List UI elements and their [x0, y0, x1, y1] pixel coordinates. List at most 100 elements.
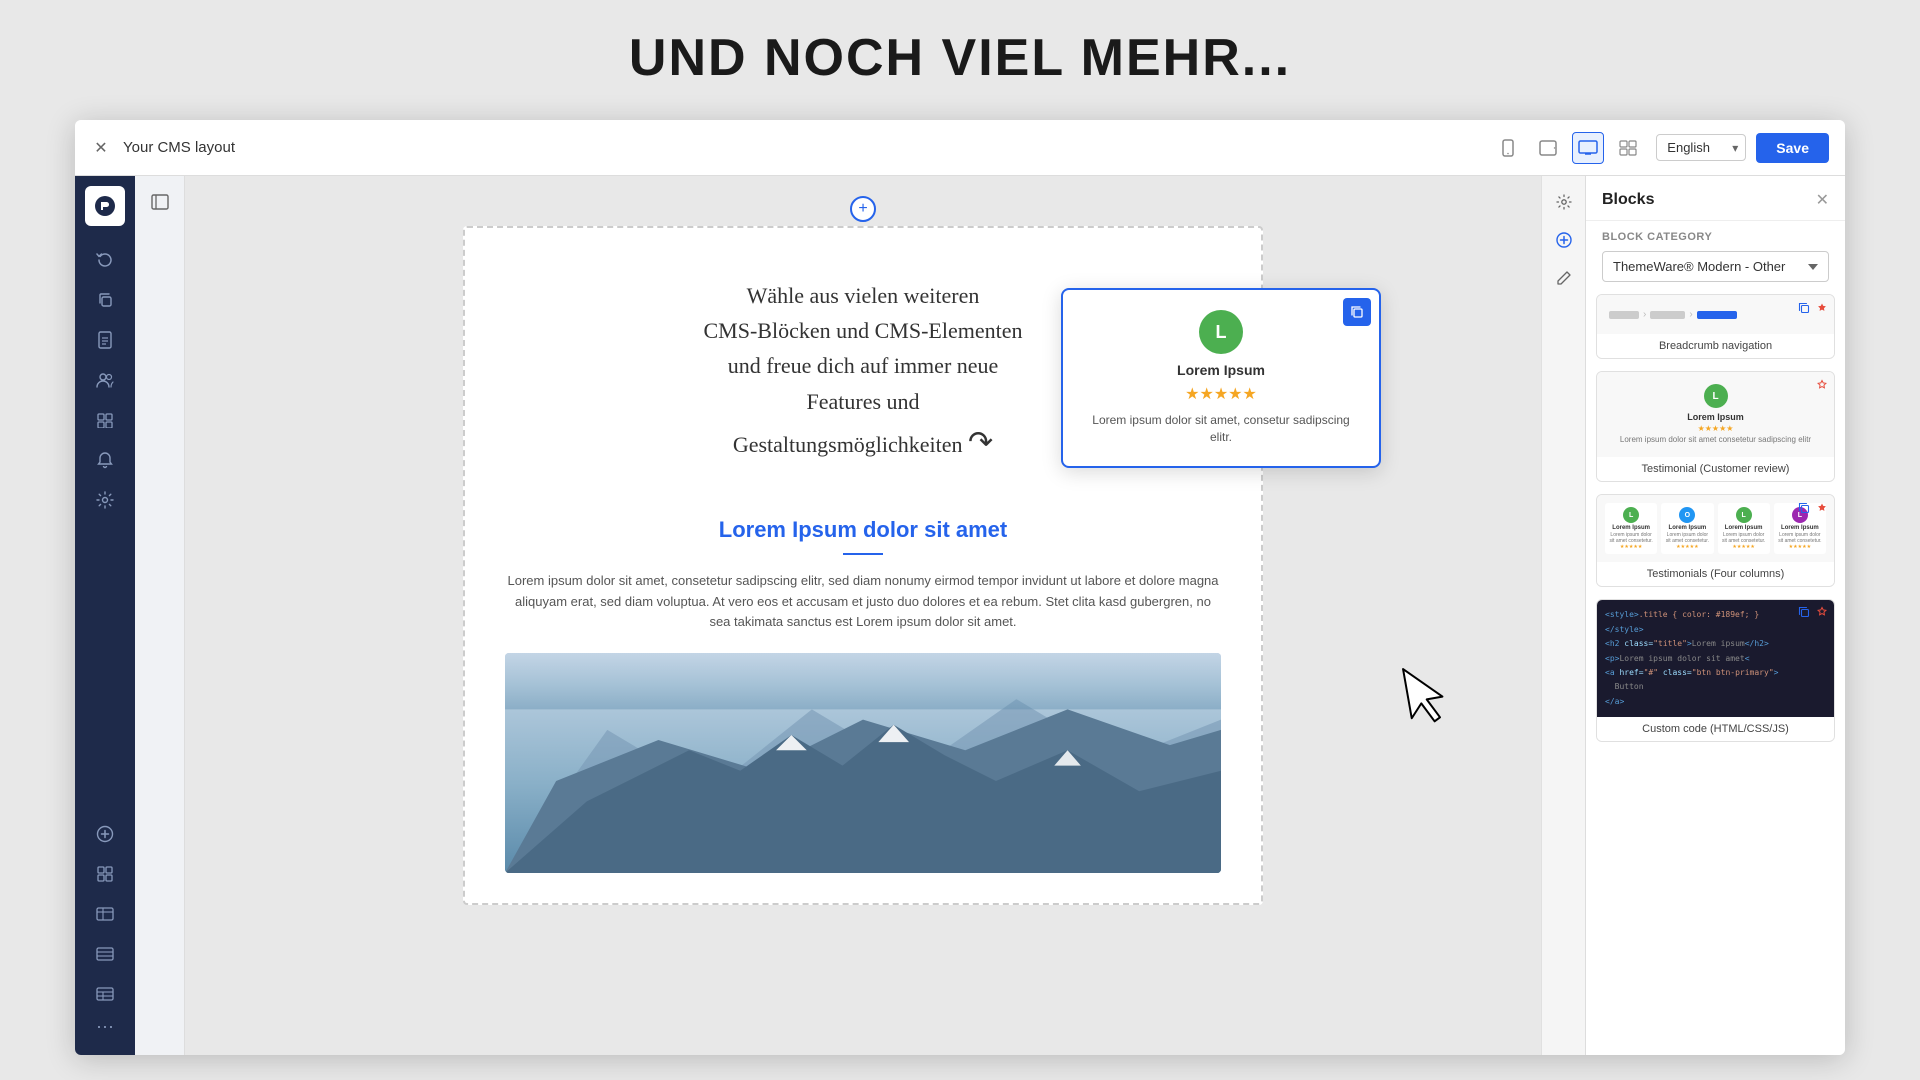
sec-sidebar-layout[interactable]	[144, 186, 176, 218]
sidebar-logo[interactable]	[85, 186, 125, 226]
sidebar-item-grid2[interactable]	[87, 856, 123, 892]
device-grid-button[interactable]	[1612, 132, 1644, 164]
fc-stars-3: ★★★★★	[1722, 544, 1766, 550]
block-item-four-cols[interactable]: L Lorem Ipsum Lorem ipsum dolor sit amet…	[1596, 494, 1835, 587]
block-category-select[interactable]: ThemeWare® Modern - Other	[1602, 251, 1829, 282]
breadcrumb-preview: › ›	[1597, 295, 1834, 334]
sidebar-more-button[interactable]: ···	[96, 1016, 114, 1037]
fourcol-fav-icon	[1816, 501, 1828, 519]
save-button[interactable]: Save	[1756, 133, 1829, 163]
cursor-overlay	[1392, 655, 1465, 746]
secondary-sidebar	[135, 176, 185, 1055]
sidebar-item-table1[interactable]	[87, 896, 123, 932]
fc-text-2: Lorem ipsum dolor sit amet consetetur.	[1665, 532, 1709, 544]
prev-avatar: L	[1704, 384, 1728, 408]
add-section-bar: +	[473, 196, 1253, 222]
section-heading: Lorem Ipsum dolor sit amet	[505, 517, 1221, 543]
fc-stars-1: ★★★★★	[1609, 544, 1653, 550]
right-panel: Blocks ✕ Block category ThemeWare® Moder…	[1585, 176, 1845, 1055]
sidebar-item-plus-circle[interactable]	[87, 816, 123, 852]
prev-stars: ★★★★★	[1609, 424, 1822, 433]
fc-text-3: Lorem ipsum dolor sit amet consetetur.	[1722, 532, 1766, 544]
prev-name: Lorem Ipsum	[1609, 412, 1822, 422]
left-sidebar: ···	[75, 176, 135, 1055]
top-bar: ✕ Your CMS layout English	[75, 120, 1845, 176]
testimonial-fav-icon	[1816, 378, 1828, 396]
testimonial-text: Lorem ipsum dolor sit amet, conse­tur sa…	[1083, 412, 1359, 446]
sidebar-item-table3[interactable]	[87, 976, 123, 1012]
sidebar-item-settings[interactable]	[87, 482, 123, 518]
code-lines: <style>.title { color: #189ef; } </style…	[1605, 608, 1826, 709]
sidebar-item-table2[interactable]	[87, 936, 123, 972]
tool-settings[interactable]	[1548, 186, 1580, 218]
testimonial-card-overlay: L Lorem Ipsum ★★★★★ Lorem ipsum dolor si…	[1061, 288, 1381, 468]
top-bar-right: English Deutsch Français Save	[1656, 133, 1829, 163]
fc-avatar-2: O	[1679, 507, 1695, 523]
sidebar-item-file[interactable]	[87, 322, 123, 358]
breadcrumb-fav-icon	[1816, 301, 1828, 319]
testimonial-stars: ★★★★★	[1083, 384, 1359, 404]
block-item-breadcrumb[interactable]: › › Breadcrumb navigation	[1596, 294, 1835, 359]
breadcrumb-label: Breadcrumb navigation	[1597, 334, 1834, 358]
block-category-label: Block category	[1586, 221, 1845, 247]
canvas-area: + Wähle aus vielen weiteren CMS-Blöcken …	[185, 176, 1541, 1055]
four-col-item-2: O Lorem Ipsum Lorem ipsum dolor sit amet…	[1661, 503, 1713, 554]
close-button[interactable]: ✕	[91, 138, 111, 158]
canvas-right-tools	[1541, 176, 1585, 1055]
blocks-header: Blocks ✕	[1586, 176, 1845, 221]
fc-name-2: Lorem Ipsum	[1665, 525, 1709, 531]
tool-add-block[interactable]	[1548, 224, 1580, 256]
sidebar-item-layers[interactable]	[87, 402, 123, 438]
sidebar-item-copy[interactable]	[87, 282, 123, 318]
fc-stars-2: ★★★★★	[1665, 544, 1709, 550]
breadcrumb-bar: › ›	[1609, 305, 1822, 324]
fc-name-1: Lorem Ipsum	[1609, 525, 1653, 531]
block-item-testimonial[interactable]: L Lorem Ipsum ★★★★★ Lorem ipsum dolor si…	[1596, 371, 1835, 482]
fc-avatar-1: L	[1623, 507, 1639, 523]
language-select[interactable]: English Deutsch Français	[1656, 134, 1746, 161]
blocks-close-button[interactable]: ✕	[1816, 190, 1829, 210]
testimonial-label: Testimonial (Customer review)	[1597, 457, 1834, 481]
fourcol-copy-icon	[1798, 501, 1810, 519]
language-selector-wrapper: English Deutsch Français	[1656, 134, 1746, 161]
device-switcher	[1492, 132, 1644, 164]
code-preview: <style>.title { color: #189ef; } </style…	[1597, 600, 1834, 717]
sidebar-item-refresh[interactable]	[87, 242, 123, 278]
fc-avatar-3: L	[1736, 507, 1752, 523]
code-copy-icon	[1798, 606, 1810, 620]
top-bar-left: ✕ Your CMS layout	[91, 138, 1480, 158]
device-tablet-button[interactable]	[1532, 132, 1564, 164]
fc-text-1: Lorem ipsum dolor sit amet consetetur.	[1609, 532, 1653, 544]
four-col-item-1: L Lorem Ipsum Lorem ipsum dolor sit amet…	[1605, 503, 1657, 554]
fc-name-4: Lorem Ipsum	[1778, 525, 1822, 531]
section-body: Lorem ipsum dolor sit amet, consetetur s…	[505, 571, 1221, 633]
four-col-preview: L Lorem Ipsum Lorem ipsum dolor sit amet…	[1597, 495, 1834, 562]
four-col-item-3: L Lorem Ipsum Lorem ipsum dolor sit amet…	[1718, 503, 1770, 554]
section-divider	[843, 553, 883, 555]
device-mobile-button[interactable]	[1492, 132, 1524, 164]
breadcrumb-copy-icon	[1798, 301, 1810, 319]
sidebar-item-users[interactable]	[87, 362, 123, 398]
fc-name-3: Lorem Ipsum	[1722, 525, 1766, 531]
section-image	[505, 653, 1221, 873]
sidebar-item-bell[interactable]	[87, 442, 123, 478]
fc-text-4: Lorem ipsum dolor sit amet consetetur.	[1778, 532, 1822, 544]
code-fav-icon	[1816, 606, 1828, 620]
device-desktop-button[interactable]	[1572, 132, 1604, 164]
body-layout: ··· + Wähle aus vielen weiteren CMS-Blöc…	[75, 176, 1845, 1055]
add-section-button[interactable]: +	[850, 196, 876, 222]
handwriting-arrow: ↷	[968, 419, 993, 467]
four-col-label: Testimonials (Four columns)	[1597, 562, 1834, 586]
blocks-title: Blocks	[1602, 191, 1654, 209]
layout-title: Your CMS layout	[123, 139, 235, 156]
fc-stars-4: ★★★★★	[1778, 544, 1822, 550]
content-block: Wähle aus vielen weiteren CMS-Blöcken un…	[463, 226, 1263, 905]
main-window: ✕ Your CMS layout English	[75, 120, 1845, 1055]
testimonial-avatar: L	[1199, 310, 1243, 354]
block-item-custom-code[interactable]: <style>.title { color: #189ef; } </style…	[1596, 599, 1835, 742]
testimonial-block-preview: L Lorem Ipsum ★★★★★ Lorem ipsum dolor si…	[1597, 372, 1834, 457]
blocks-panel: Blocks ✕ Block category ThemeWare® Moder…	[1586, 176, 1845, 1055]
tool-edit[interactable]	[1548, 262, 1580, 294]
custom-code-label: Custom code (HTML/CSS/JS)	[1597, 717, 1834, 741]
testimonial-copy-icon	[1343, 298, 1371, 326]
